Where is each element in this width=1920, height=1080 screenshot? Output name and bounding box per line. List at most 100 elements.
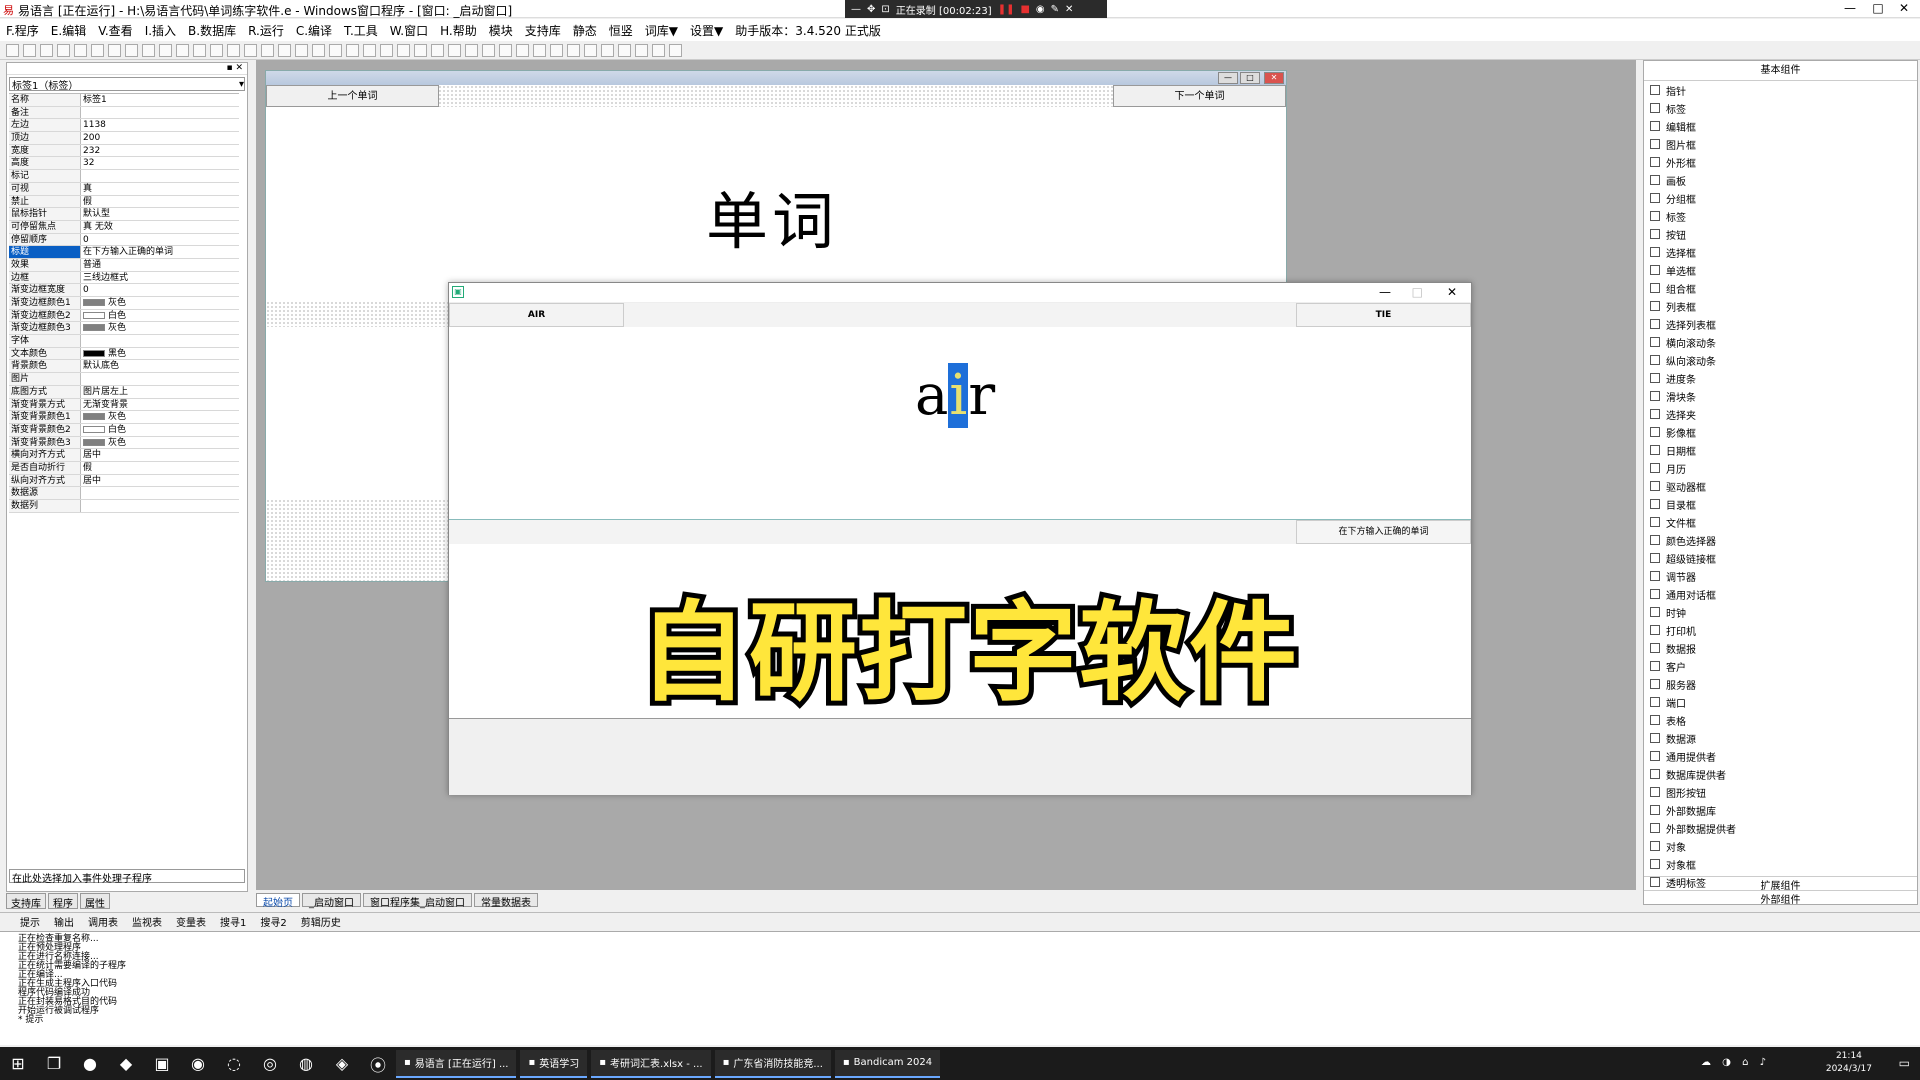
property-value[interactable]: 白色 <box>81 424 239 436</box>
property-row[interactable]: 字体 <box>9 335 239 348</box>
run-close-button[interactable]: ✕ <box>1447 285 1457 299</box>
close-button[interactable]: ✕ <box>1892 1 1916 15</box>
document-tab[interactable]: _启动窗口 <box>302 893 361 909</box>
property-row[interactable]: 渐变边框颜色1 灰色 <box>9 297 239 310</box>
toolbar-button-icon[interactable] <box>618 44 631 57</box>
document-tab[interactable]: 常量数据表 <box>474 893 538 909</box>
property-value[interactable]: 真 无效 <box>81 221 239 233</box>
recorder-move-icon[interactable]: ✥ <box>867 4 875 15</box>
panel-header-controls[interactable]: ▪ ✕ <box>7 63 247 75</box>
property-row[interactable]: 横向对齐方式 居中 <box>9 449 239 462</box>
output-tab[interactable]: 输出 <box>54 914 74 929</box>
property-value[interactable]: 32 <box>81 157 239 169</box>
property-row[interactable]: 底图方式 图片居左上 <box>9 385 239 399</box>
property-value[interactable] <box>81 170 239 182</box>
menu-item[interactable]: F.程序 <box>6 22 39 39</box>
output-tab[interactable]: 提示 <box>20 914 40 929</box>
component-item[interactable]: 超级链接框 <box>1644 549 1917 567</box>
toolbar-button-icon[interactable] <box>312 44 325 57</box>
component-item[interactable]: 按钮 <box>1644 225 1917 243</box>
component-item[interactable]: 进度条 <box>1644 369 1917 387</box>
component-item[interactable]: 对象 <box>1644 837 1917 855</box>
property-value[interactable]: 假 <box>81 462 239 474</box>
component-item[interactable]: 选择框 <box>1644 243 1917 261</box>
property-row[interactable]: 纵向对齐方式 居中 <box>9 474 239 488</box>
minimize-button[interactable]: — <box>1838 1 1862 15</box>
property-value[interactable]: 假 <box>81 196 239 208</box>
output-tab[interactable]: 监视表 <box>132 914 162 929</box>
menu-item[interactable]: B.数据库 <box>188 22 236 39</box>
menu-item[interactable]: R.运行 <box>248 22 284 39</box>
prev-word-button[interactable]: AIR <box>449 303 624 327</box>
property-value[interactable]: 灰色 <box>81 437 239 449</box>
toolbar-button-icon[interactable] <box>176 44 189 57</box>
property-value[interactable]: 无渐变背景 <box>81 399 239 411</box>
record-icon[interactable]: ⦿ <box>360 1047 396 1080</box>
component-item[interactable]: 分组框 <box>1644 189 1917 207</box>
toolbar-button-icon[interactable] <box>278 44 291 57</box>
document-tab[interactable]: 起始页 <box>256 893 300 909</box>
component-item[interactable]: 图形按钮 <box>1644 783 1917 801</box>
property-row[interactable]: 左边 1138 <box>9 119 239 133</box>
property-value[interactable] <box>81 500 239 512</box>
property-value[interactable]: 232 <box>81 145 239 157</box>
menu-item[interactable]: I.插入 <box>145 22 176 39</box>
component-item[interactable]: 数据源 <box>1644 729 1917 747</box>
component-item[interactable]: 选择列表框 <box>1644 315 1917 333</box>
property-value[interactable] <box>81 487 239 499</box>
toolbar-button-icon[interactable] <box>652 44 665 57</box>
property-row[interactable]: 背景颜色 默认底色 <box>9 360 239 374</box>
component-item[interactable]: 外部数据提供者 <box>1644 819 1917 837</box>
component-item[interactable]: 目录框 <box>1644 495 1917 513</box>
app-icon-3[interactable]: ◉ <box>180 1047 216 1080</box>
toolbar-button-icon[interactable] <box>669 44 682 57</box>
property-row[interactable]: 名称 标签1 <box>9 94 239 107</box>
component-item[interactable]: 数据库提供者 <box>1644 765 1917 783</box>
next-word-button[interactable]: 下一个单词 <box>1113 85 1286 107</box>
property-row[interactable]: 停留顺序 0 <box>9 233 239 247</box>
property-value[interactable]: 灰色 <box>81 297 239 309</box>
component-item[interactable]: 颜色选择器 <box>1644 531 1917 549</box>
chrome-icon[interactable]: ◎ <box>252 1047 288 1080</box>
property-row[interactable]: 标记 <box>9 170 239 183</box>
component-item[interactable]: 端口 <box>1644 693 1917 711</box>
property-row[interactable]: 高度 32 <box>9 157 239 171</box>
extended-components-tab[interactable]: 扩展组件 <box>1644 876 1917 892</box>
component-selector[interactable]: 标签1（标签） ▾ <box>9 77 245 92</box>
property-value[interactable]: 白色 <box>81 310 239 322</box>
property-value[interactable]: 在下方输入正确的单词 <box>81 246 239 258</box>
output-tab[interactable]: 调用表 <box>88 914 118 929</box>
component-item[interactable]: 横向滚动条 <box>1644 333 1917 351</box>
component-item[interactable]: 客户 <box>1644 657 1917 675</box>
property-row[interactable]: 数据列 <box>9 500 239 513</box>
component-item[interactable]: 数据报 <box>1644 639 1917 657</box>
run-minimize-button[interactable]: — <box>1379 285 1391 299</box>
toolbar-button-icon[interactable] <box>431 44 444 57</box>
component-item[interactable]: 外部数据库 <box>1644 801 1917 819</box>
run-maximize-button[interactable]: □ <box>1412 285 1423 299</box>
property-row[interactable]: 宽度 232 <box>9 144 239 158</box>
component-item[interactable]: 图片框 <box>1644 135 1917 153</box>
toolbar-button-icon[interactable] <box>74 44 87 57</box>
property-row[interactable]: 备注 <box>9 106 239 120</box>
property-row[interactable]: 渐变背景颜色3 灰色 <box>9 436 239 450</box>
property-row[interactable]: 禁止假 <box>9 195 239 209</box>
stop-icon[interactable]: ■ <box>1020 4 1029 15</box>
component-item[interactable]: 列表框 <box>1644 297 1917 315</box>
toolbar-button-icon[interactable] <box>108 44 121 57</box>
left-panel-tab[interactable]: 支持库 <box>6 893 46 910</box>
property-row[interactable]: 渐变边框颜色3 灰色 <box>9 322 239 336</box>
property-row[interactable]: 渐变背景颜色2 白色 <box>9 423 239 437</box>
property-value[interactable]: 图片居左上 <box>81 386 239 398</box>
taskbar-window[interactable]: ▪ 广东省消防技能竞... <box>714 1049 831 1078</box>
recorder-close-icon[interactable]: ✕ <box>1065 4 1073 15</box>
toolbar-button-icon[interactable] <box>295 44 308 57</box>
toolbar-button-icon[interactable] <box>6 44 19 57</box>
vscode-icon[interactable]: ◆ <box>108 1047 144 1080</box>
property-value[interactable]: 黑色 <box>81 348 239 360</box>
component-item[interactable]: 标签 <box>1644 207 1917 225</box>
property-row[interactable]: 渐变边框宽度 0 <box>9 284 239 297</box>
menu-item[interactable]: T.工具 <box>344 22 378 39</box>
property-row[interactable]: 边框 三线边框式 <box>9 271 239 285</box>
toolbar-button-icon[interactable] <box>261 44 274 57</box>
